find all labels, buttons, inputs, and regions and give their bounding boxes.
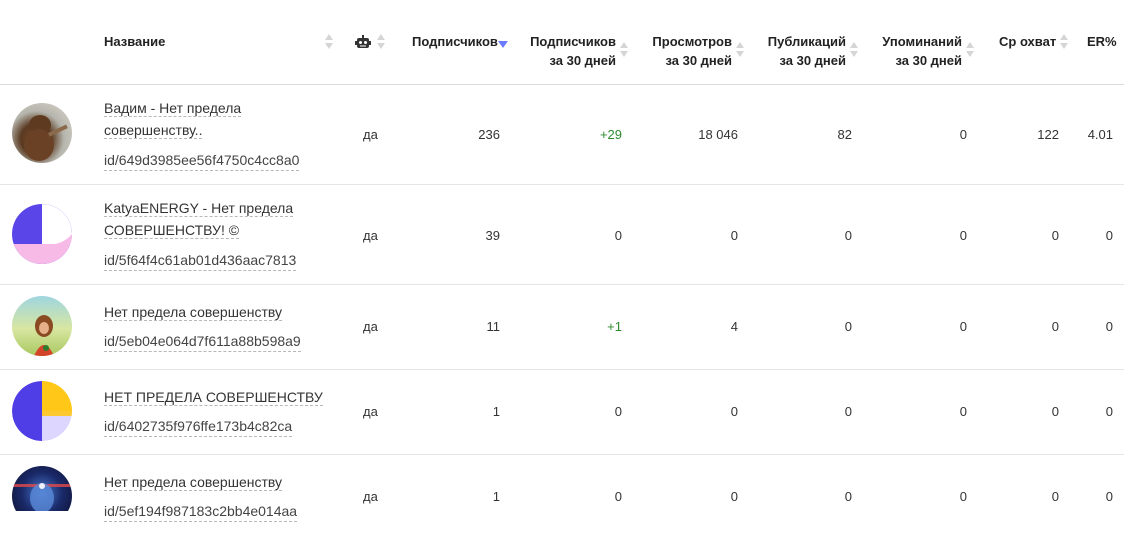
subscribers-cell: 236 [478,127,500,142]
mentions30-cell: 0 [959,319,967,334]
girl-avatar-icon [34,315,54,356]
bot-cell: да [363,319,378,334]
channels-table: Название Подписчиков Подписчиков за 30 д… [0,0,1137,555]
table-row[interactable]: KatyaENERGY - Нет предела СОВЕРШЕНСТВУ! … [0,185,1124,285]
mentions30-cell: 0 [959,404,967,419]
sort-mentions30-icon[interactable] [966,42,975,58]
column-header-posts30[interactable]: Публикаций за 30 дней [746,32,846,70]
channel-id-link[interactable]: id/5ef194f987183c2bb4e014aa [104,501,298,522]
subs30-cell: 0 [614,489,622,504]
sort-posts30-icon[interactable] [850,42,859,58]
channel-id-link[interactable]: id/649d3985ee56f4750c4cc8a0 [104,150,300,171]
subscribers-cell: 1 [492,489,500,504]
channel-name[interactable]: Вадим - Нет предела совершенству.. [104,97,242,141]
er-cell: 0 [1105,228,1113,243]
mentions30-cell: 0 [959,127,967,142]
column-header-subs30[interactable]: Подписчиков за 30 дней [516,32,616,70]
er-cell: 4.01 [1087,127,1113,142]
reach-cell: 0 [1051,228,1059,243]
channel-name[interactable]: KatyaENERGY - Нет предела СОВЕРШЕНСТВУ! … [104,197,294,241]
caveman-avatar-icon [24,115,68,161]
channel-id-link[interactable]: id/6402735f976ffe173b4c82ca [104,416,293,437]
channel-avatar [12,296,72,356]
bot-icon[interactable] [355,35,371,49]
sort-bot-icon[interactable] [377,34,386,50]
sort-subs30-icon[interactable] [620,42,629,58]
posts30-cell: 0 [844,319,852,334]
table-row[interactable]: Нет предела совершенству id/5eb04e064d7f… [0,285,1124,370]
abstract-purple-avatar-icon [12,204,72,264]
mentions30-cell: 0 [959,228,967,243]
bot-cell: да [363,404,378,419]
column-header-reach[interactable]: Ср охват [999,32,1056,51]
sort-desc-active-icon[interactable] [498,41,508,48]
subscribers-cell: 1 [492,404,500,419]
column-header-subscribers[interactable]: Подписчиков [412,32,498,51]
column-header-er[interactable]: ER% [1087,32,1117,51]
channel-avatar [12,381,72,441]
table-row[interactable]: НЕТ ПРЕДЕЛА СОВЕРШЕНСТВУ id/6402735f976f… [0,370,1124,455]
posts30-cell: 0 [844,489,852,504]
sort-views30-icon[interactable] [736,42,745,58]
subs30-cell: +29 [599,127,622,142]
column-header-mentions30[interactable]: Упоминаний за 30 дней [862,32,962,70]
table-row[interactable]: Вадим - Нет предела совершенству.. id/64… [0,85,1124,185]
column-header-views30[interactable]: Просмотров за 30 дней [632,32,732,70]
channel-avatar [12,103,72,163]
table-row[interactable]: Нет предела совершенству id/5ef194f98718… [0,455,1124,555]
er-cell: 0 [1105,319,1113,334]
subs30-cell: 0 [614,228,622,243]
channel-name[interactable]: Нет предела совершенству [104,471,283,493]
abstract-yellow-avatar-icon [12,381,72,441]
views30-cell: 0 [730,228,738,243]
sort-name-icon[interactable] [325,34,334,50]
views30-cell: 0 [730,404,738,419]
bot-cell: да [363,228,378,243]
subscribers-cell: 11 [486,319,501,334]
channel-name[interactable]: Нет предела совершенству [104,301,283,323]
posts30-cell: 0 [844,228,852,243]
er-cell: 0 [1105,489,1113,504]
channel-avatar [12,204,72,264]
subs30-cell: +1 [607,319,622,334]
column-header-name[interactable]: Название [104,32,165,51]
reach-cell: 122 [1037,127,1059,142]
cosmic-face-avatar-icon [12,483,72,511]
views30-cell: 18 046 [698,127,738,142]
channel-avatar [12,466,72,511]
reach-cell: 0 [1051,489,1059,504]
posts30-cell: 0 [844,404,852,419]
reach-cell: 0 [1051,404,1059,419]
bot-cell: да [363,489,378,504]
subscribers-cell: 39 [485,228,500,243]
views30-cell: 0 [730,489,738,504]
mentions30-cell: 0 [959,489,967,504]
reach-cell: 0 [1051,319,1059,334]
posts30-cell: 82 [837,127,852,142]
bot-cell: да [363,127,378,142]
table-header: Название Подписчиков Подписчиков за 30 д… [0,0,1124,85]
channel-id-link[interactable]: id/5eb04e064d7f611a88b598a9 [104,331,301,352]
sort-reach-icon[interactable] [1060,34,1069,50]
er-cell: 0 [1105,404,1113,419]
channel-id-link[interactable]: id/5f64f4c61ab01d436aac7813 [104,250,297,271]
subs30-cell: 0 [614,404,622,419]
channel-name[interactable]: НЕТ ПРЕДЕЛА СОВЕРШЕНСТВУ [104,386,323,408]
avatar-clip [12,466,72,511]
views30-cell: 4 [730,319,738,334]
